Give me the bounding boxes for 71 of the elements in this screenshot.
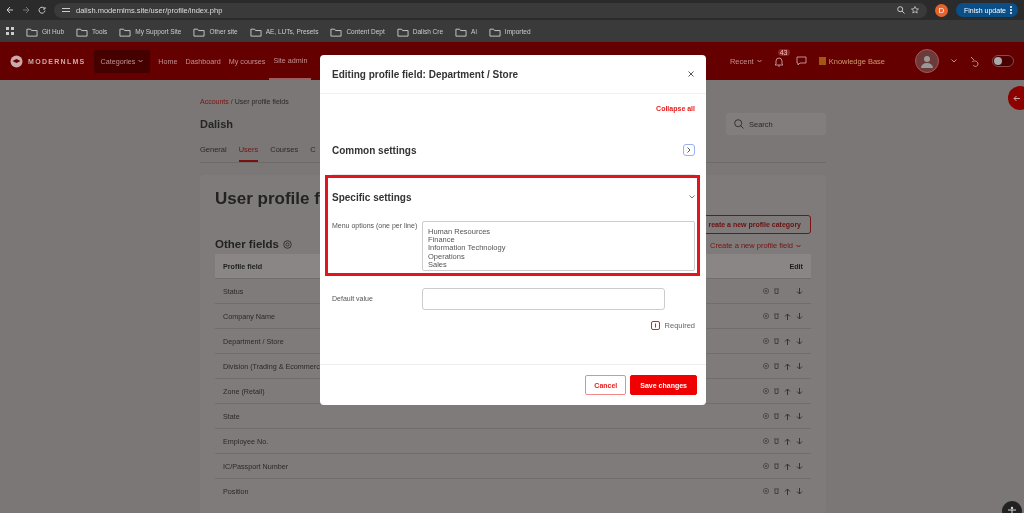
section-title[interactable]: Specific settings [332, 191, 412, 203]
down-arrow-icon[interactable] [796, 287, 803, 295]
trash-icon[interactable] [774, 463, 779, 469]
up-arrow-icon[interactable] [784, 462, 791, 470]
trash-icon[interactable] [774, 288, 779, 294]
trash-icon[interactable] [774, 438, 779, 444]
down-arrow-icon[interactable] [796, 337, 803, 345]
down-arrow-icon[interactable] [796, 362, 803, 370]
reload-icon[interactable] [38, 6, 46, 14]
page-title: Dalish [200, 118, 233, 130]
down-arrow-icon[interactable] [796, 412, 803, 420]
caret-icon[interactable] [951, 59, 957, 63]
user-avatar[interactable] [915, 49, 939, 73]
down-arrow-icon[interactable] [796, 312, 803, 320]
close-button[interactable] [688, 71, 694, 77]
hide-icon[interactable] [763, 363, 769, 369]
up-arrow-icon[interactable] [784, 387, 791, 395]
trash-icon[interactable] [774, 363, 779, 369]
collapse-button[interactable] [689, 195, 695, 199]
zoom-icon[interactable] [896, 6, 905, 14]
logo-icon [10, 54, 23, 68]
trash-icon[interactable] [774, 488, 779, 494]
down-arrow-icon[interactable] [796, 387, 803, 395]
chevron-down-icon [689, 195, 695, 199]
star-icon[interactable] [910, 6, 919, 14]
hide-icon[interactable] [763, 488, 769, 494]
up-arrow-icon[interactable] [784, 362, 791, 370]
down-arrow-icon[interactable] [796, 487, 803, 495]
hide-icon[interactable] [763, 463, 769, 469]
back-icon[interactable] [6, 6, 14, 14]
dark-mode-toggle[interactable] [992, 55, 1014, 67]
expand-button[interactable] [683, 144, 695, 156]
subsection-heading: Other fields [215, 238, 279, 250]
chevron-right-icon [687, 147, 691, 153]
up-arrow-icon[interactable] [784, 487, 791, 495]
section-heading: User profile f [215, 189, 320, 209]
bell-icon[interactable] [773, 55, 784, 67]
trash-icon[interactable] [774, 388, 779, 394]
caret-icon [756, 59, 762, 63]
down-arrow-icon[interactable] [796, 437, 803, 445]
section-title[interactable]: Common settings [332, 144, 417, 156]
forward-icon[interactable] [22, 6, 30, 14]
hide-icon[interactable] [763, 438, 769, 444]
hide-icon[interactable] [763, 388, 769, 394]
chat-icon[interactable] [795, 56, 807, 66]
site-settings-icon[interactable] [62, 7, 70, 13]
caret-icon [138, 59, 144, 63]
up-arrow-icon[interactable] [784, 437, 791, 445]
up-arrow-icon[interactable] [784, 312, 791, 320]
up-arrow-icon[interactable] [784, 412, 791, 420]
trash-icon[interactable] [774, 338, 779, 344]
trash-icon[interactable] [774, 313, 779, 319]
hide-icon[interactable] [763, 288, 769, 294]
arrow-left-icon [1013, 94, 1020, 102]
trash-icon[interactable] [774, 413, 779, 419]
accessibility-icon [1007, 506, 1017, 513]
close-icon [688, 71, 694, 77]
up-arrow-icon[interactable] [784, 337, 791, 345]
down-arrow-icon[interactable] [796, 462, 803, 470]
dialog-title: Editing profile field: Department / Store [332, 68, 519, 80]
profile-avatar[interactable]: D [934, 3, 948, 17]
required-icon [650, 321, 660, 330]
caret-icon [796, 243, 801, 248]
hide-icon[interactable] [763, 338, 769, 344]
hide-icon[interactable] [763, 313, 769, 319]
hide-icon[interactable] [763, 413, 769, 419]
settings-icon[interactable] [282, 239, 292, 249]
book-icon [818, 57, 826, 65]
default-value-field[interactable] [422, 288, 665, 310]
apps-icon[interactable] [6, 27, 14, 35]
search-icon [734, 119, 744, 129]
